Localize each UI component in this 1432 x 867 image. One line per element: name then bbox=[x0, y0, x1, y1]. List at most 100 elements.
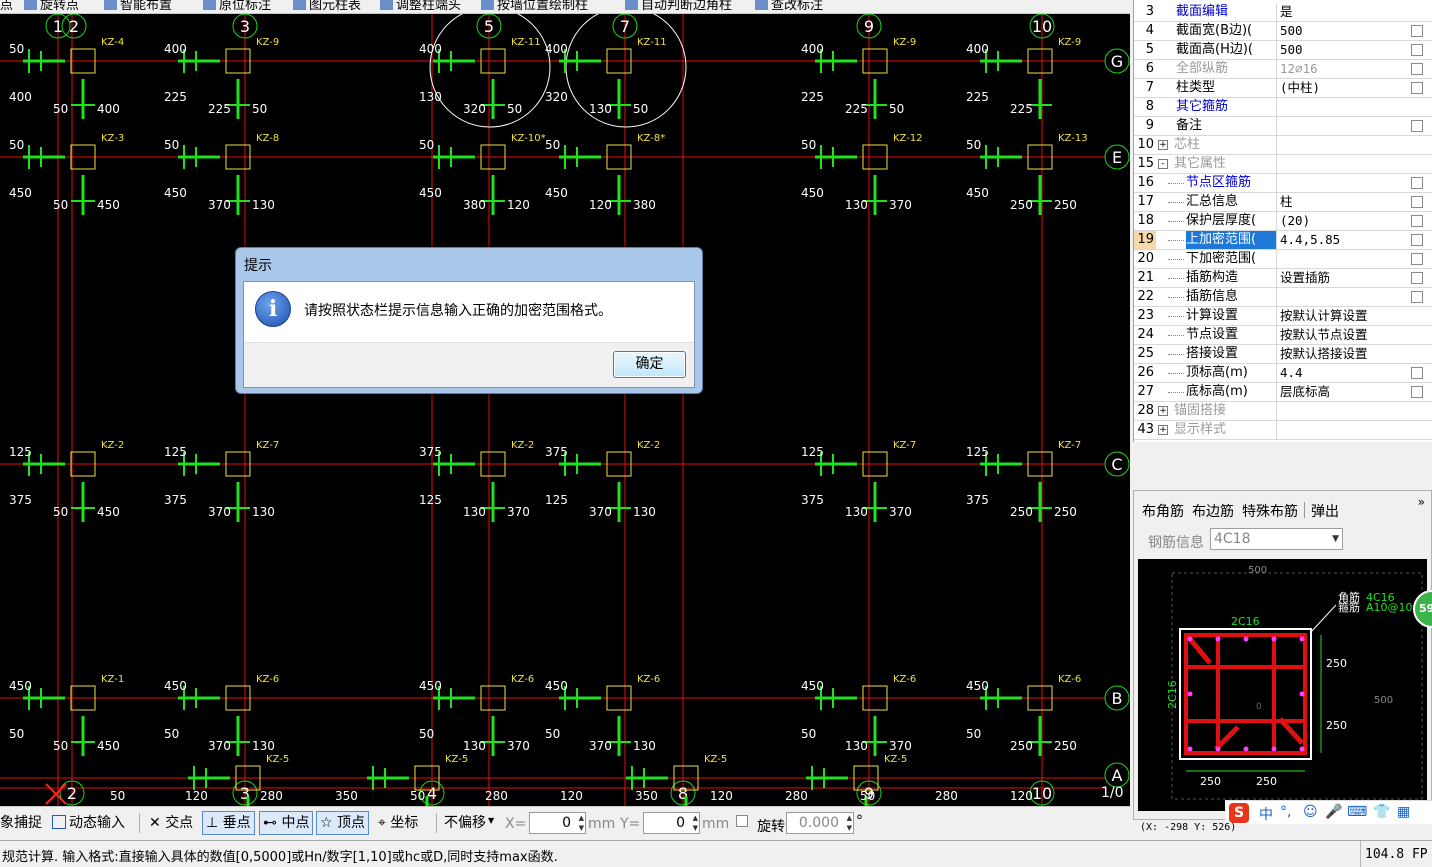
rotate-checkbox[interactable] bbox=[736, 815, 748, 827]
more-chevron-icon[interactable]: » bbox=[1418, 495, 1425, 509]
offset-dropdown-icon[interactable]: ▼ bbox=[488, 816, 494, 825]
property-value[interactable]: (20) bbox=[1276, 212, 1406, 230]
spinner-icon[interactable]: ▲ ▼ bbox=[693, 813, 698, 833]
ime-lang-toggle[interactable]: 中 bbox=[1259, 804, 1273, 824]
attach-checkbox[interactable] bbox=[1411, 386, 1423, 398]
property-value[interactable]: 是 bbox=[1276, 3, 1406, 21]
property-row[interactable]: 5 截面高(H边)(500 bbox=[1134, 41, 1432, 60]
tab-corner-rebar[interactable]: 布角筋 bbox=[1142, 501, 1184, 521]
tab-popup[interactable]: 弹出 bbox=[1311, 501, 1339, 521]
collapse-icon[interactable]: - bbox=[1158, 159, 1168, 169]
property-row[interactable]: 16 节点区箍筋 bbox=[1134, 174, 1432, 193]
attach-checkbox[interactable] bbox=[1411, 253, 1423, 265]
tab-edge-rebar[interactable]: 布边筋 bbox=[1192, 501, 1234, 521]
section-preview[interactable]: 500 500 0 角筋 4C16 箍筋 A10@100 2C16 2C16 250 250 250 2… bbox=[1138, 559, 1427, 811]
tool-wall-column[interactable]: 按墙位置绘制柱 bbox=[481, 0, 588, 13]
tab-special-rebar[interactable]: 特殊布筋 bbox=[1242, 501, 1298, 521]
property-value[interactable] bbox=[1276, 136, 1406, 154]
attach-checkbox[interactable] bbox=[1411, 82, 1423, 94]
cad-drawing[interactable]: 1 2 3 5 7 9 102 3 4 8 9 10GECBA1/0KZ-4 KZ-9 KZ-11 KZ-1… bbox=[0, 14, 1130, 806]
ok-button[interactable]: 确定 bbox=[613, 351, 686, 378]
tool-check-annotation[interactable]: 查改标注 bbox=[755, 0, 823, 13]
attach-checkbox[interactable] bbox=[1411, 272, 1423, 284]
property-row[interactable]: 9 备注 bbox=[1134, 117, 1432, 136]
property-value[interactable]: 层底标高 bbox=[1276, 383, 1406, 401]
property-value[interactable]: 柱 bbox=[1276, 193, 1406, 211]
rebar-info-select[interactable]: 4C18 ▼ bbox=[1210, 528, 1343, 550]
property-value[interactable]: 设置插筋 bbox=[1276, 269, 1406, 287]
property-value[interactable] bbox=[1276, 421, 1406, 439]
attach-checkbox[interactable] bbox=[1411, 25, 1423, 37]
property-row[interactable]: 18 保护层厚度((20) bbox=[1134, 212, 1432, 231]
property-value[interactable]: 4.4 bbox=[1276, 364, 1406, 382]
ime-emoji-icon[interactable]: ☺ bbox=[1303, 804, 1318, 820]
property-row[interactable]: 6 全部纵筋 12⌀16 bbox=[1134, 60, 1432, 79]
property-row[interactable]: 7 柱类型 (中柱) bbox=[1134, 79, 1432, 98]
property-value[interactable] bbox=[1276, 402, 1406, 420]
attach-checkbox[interactable] bbox=[1411, 196, 1423, 208]
property-value[interactable]: 4.4,5.85 bbox=[1276, 231, 1406, 249]
sogou-logo-icon[interactable]: S bbox=[1229, 803, 1249, 823]
spinner-icon[interactable]: ▲ ▼ bbox=[847, 813, 852, 833]
object-snap-button[interactable]: 对象捕捉 bbox=[0, 811, 46, 835]
property-value[interactable] bbox=[1276, 250, 1406, 268]
attach-checkbox[interactable] bbox=[1411, 215, 1423, 227]
expand-icon[interactable]: + bbox=[1158, 140, 1168, 150]
property-row[interactable]: 19 上加密范围(4.4,5.85 bbox=[1134, 231, 1432, 250]
attach-checkbox[interactable] bbox=[1411, 367, 1423, 379]
property-row[interactable]: 27 底标高(m) 层底标高 bbox=[1134, 383, 1432, 402]
property-value[interactable] bbox=[1276, 98, 1406, 116]
tool-column-table[interactable]: 图元柱表 bbox=[293, 0, 361, 13]
property-value[interactable] bbox=[1276, 288, 1406, 306]
property-row[interactable]: 24 节点设置 按默认节点设置 bbox=[1134, 326, 1432, 345]
property-value[interactable]: 按默认搭接设置 bbox=[1276, 345, 1406, 363]
property-row[interactable]: 3 截面编辑 是 bbox=[1134, 3, 1432, 22]
rotate-input[interactable]: 0.000 ▲ ▼ bbox=[786, 812, 854, 834]
property-row[interactable]: 8 其它箍筋 bbox=[1134, 98, 1432, 117]
dynamic-input-button[interactable]: 动态输入 bbox=[48, 811, 129, 835]
tool-smart-layout[interactable]: 智能布置 bbox=[104, 0, 172, 13]
tool-adjust-column-end[interactable]: 调整柱端头 bbox=[380, 0, 461, 13]
attach-checkbox[interactable] bbox=[1411, 177, 1423, 189]
expand-icon[interactable]: + bbox=[1158, 406, 1168, 416]
property-value[interactable]: 500 bbox=[1276, 41, 1406, 59]
ime-keyboard-icon[interactable]: ⌨ bbox=[1347, 804, 1367, 820]
expand-icon[interactable]: + bbox=[1158, 425, 1168, 435]
property-row[interactable]: 25 搭接设置 按默认搭接设置 bbox=[1134, 345, 1432, 364]
tool-original-annotation[interactable]: 原位标注 bbox=[203, 0, 271, 13]
vertex-snap-button[interactable]: ☆ 顶点 bbox=[316, 811, 370, 835]
x-offset-input[interactable]: 0 ▲ ▼ bbox=[529, 812, 586, 834]
property-row[interactable]: 17 汇总信息 柱 bbox=[1134, 193, 1432, 212]
property-value[interactable]: (中柱) bbox=[1276, 79, 1406, 97]
attach-checkbox[interactable] bbox=[1411, 44, 1423, 56]
property-row[interactable]: 21 插筋构造 设置插筋 bbox=[1134, 269, 1432, 288]
y-offset-input[interactable]: 0 ▲ ▼ bbox=[643, 812, 700, 834]
property-row[interactable]: 43 + 显示样式 bbox=[1134, 421, 1432, 440]
perpendicular-snap-button[interactable]: ⊥ 垂点 bbox=[202, 811, 255, 835]
tool-rotate-point[interactable]: 旋转点 bbox=[24, 0, 79, 13]
attach-checkbox[interactable] bbox=[1411, 63, 1423, 75]
drawing-canvas[interactable]: 1 2 3 5 7 9 10 2 3 4 8 9 10 G E C B A 1/0 KZ-4 KZ-9 KZ-11 KZ-1… bbox=[0, 14, 1130, 806]
property-value[interactable] bbox=[1276, 174, 1406, 192]
attach-checkbox[interactable] bbox=[1411, 120, 1423, 132]
property-row[interactable]: 26 顶标高(m) 4.4 bbox=[1134, 364, 1432, 383]
property-value[interactable]: 按默认节点设置 bbox=[1276, 326, 1406, 344]
attach-checkbox[interactable] bbox=[1411, 291, 1423, 303]
coordinate-snap-button[interactable]: ⌖ 坐标 bbox=[374, 811, 422, 835]
property-value[interactable]: 500 bbox=[1276, 22, 1406, 40]
property-row[interactable]: 20 下加密范围( bbox=[1134, 250, 1432, 269]
property-value[interactable]: 12⌀16 bbox=[1276, 60, 1406, 78]
intersection-snap-button[interactable]: ✕ 交点 bbox=[145, 811, 197, 835]
property-value[interactable]: 按默认计算设置 bbox=[1276, 307, 1406, 325]
tool-point[interactable]: 点 bbox=[0, 0, 13, 13]
property-row[interactable]: 23 计算设置 按默认计算设置 bbox=[1134, 307, 1432, 326]
property-value[interactable] bbox=[1276, 117, 1406, 135]
attach-checkbox[interactable] bbox=[1411, 234, 1423, 246]
ime-voice-icon[interactable]: 🎤 bbox=[1325, 804, 1342, 820]
property-row[interactable]: 28 + 锚固搭接 bbox=[1134, 402, 1432, 421]
ime-skin-icon[interactable]: 👕 bbox=[1373, 804, 1390, 820]
property-row[interactable]: 22 插筋信息 bbox=[1134, 288, 1432, 307]
tool-auto-edge-column[interactable]: 自动判断边角柱 bbox=[625, 0, 732, 13]
midpoint-snap-button[interactable]: ⊷ 中点 bbox=[259, 811, 314, 835]
property-value[interactable] bbox=[1276, 155, 1406, 173]
